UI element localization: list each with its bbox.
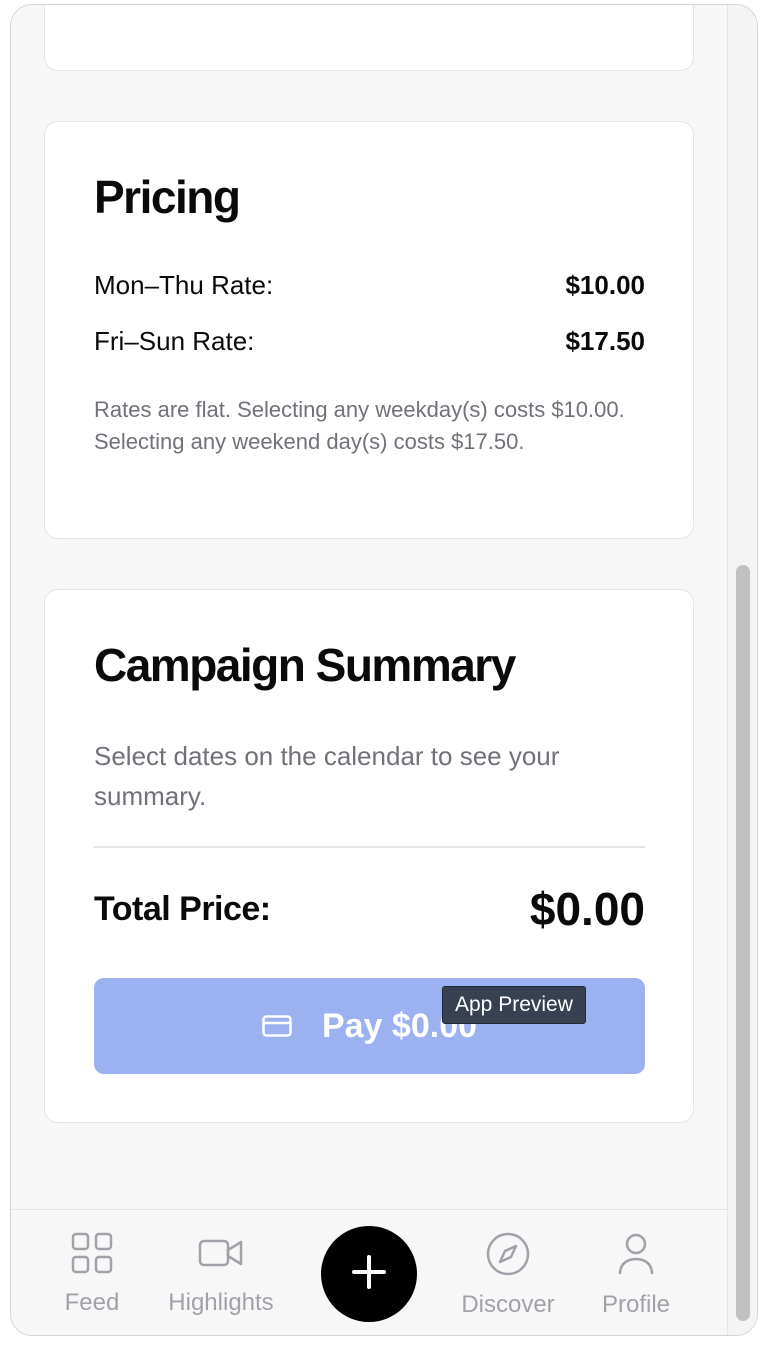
bottom-nav: Feed Highlights Discover Profile <box>11 1209 729 1335</box>
create-button[interactable] <box>321 1226 417 1322</box>
summary-empty-text: Select dates on the calendar to see your… <box>94 741 560 811</box>
pricing-title: Pricing <box>94 171 241 223</box>
previous-card <box>44 5 694 71</box>
total-price-value: $0.00 <box>529 883 645 935</box>
total-price-label: Total Price: <box>94 889 271 928</box>
weekday-rate-row: Mon–Thu Rate: $10.00 <box>94 270 645 301</box>
pricing-note: Rates are flat. Selecting any weekday(s)… <box>94 397 625 454</box>
campaign-summary-card: Campaign Summary Select dates on the cal… <box>44 589 694 1123</box>
scroll-content: Pricing Mon–Thu Rate: $10.00 Fri–Sun Rat… <box>11 5 729 1210</box>
weekend-rate-row: Fri–Sun Rate: $17.50 <box>94 326 645 357</box>
nav-profile-label: Profile <box>601 1291 671 1318</box>
summary-divider <box>94 846 645 848</box>
nav-feed[interactable]: Feed <box>22 1232 162 1317</box>
credit-card-icon <box>262 1015 292 1037</box>
weekday-rate-label: Mon–Thu Rate: <box>94 270 274 300</box>
app-frame: Pricing Mon–Thu Rate: $10.00 Fri–Sun Rat… <box>10 4 758 1336</box>
weekday-rate-value: $10.00 <box>565 270 645 300</box>
nav-highlights[interactable]: Highlights <box>151 1232 291 1317</box>
grid-icon <box>71 1232 113 1281</box>
plus-icon <box>351 1254 387 1295</box>
nav-feed-label: Feed <box>64 1289 120 1316</box>
scrollbar-thumb[interactable] <box>736 565 750 1321</box>
scrollbar[interactable] <box>727 5 757 1335</box>
nav-highlights-label: Highlights <box>168 1289 274 1316</box>
compass-icon <box>486 1232 530 1283</box>
weekend-rate-label: Fri–Sun Rate: <box>94 326 255 356</box>
total-row: Total Price: $0.00 <box>94 882 645 936</box>
nav-profile[interactable]: Profile <box>566 1232 706 1319</box>
summary-title: Campaign Summary <box>94 639 516 691</box>
pricing-card: Pricing Mon–Thu Rate: $10.00 Fri–Sun Rat… <box>44 121 694 539</box>
weekend-rate-value: $17.50 <box>565 326 645 356</box>
video-camera-icon <box>198 1232 244 1281</box>
nav-discover[interactable]: Discover <box>438 1232 578 1319</box>
nav-discover-label: Discover <box>461 1291 555 1318</box>
app-preview-tooltip: App Preview <box>442 986 586 1024</box>
user-icon <box>616 1232 656 1283</box>
